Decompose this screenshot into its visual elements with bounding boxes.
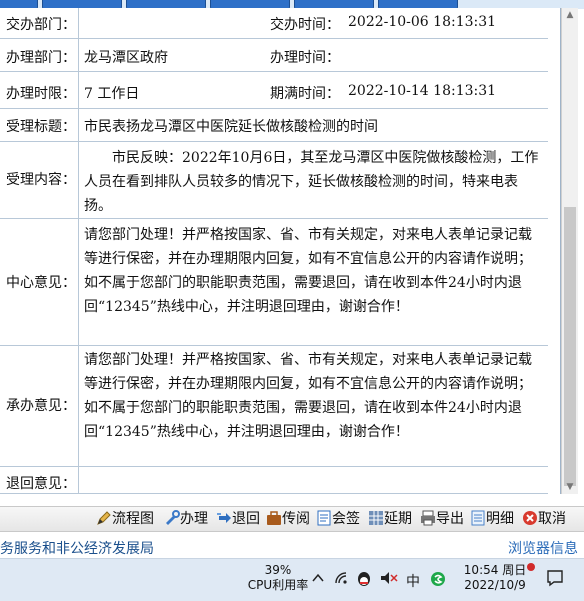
return-opinion-row: 退回意见： (0, 467, 548, 494)
return-opinion-label: 退回意见： (6, 476, 76, 492)
speaker-muted-icon[interactable] (380, 571, 398, 589)
detail-sheet-icon (471, 510, 485, 526)
browser-status-bar: 务服务和非公经济发展局 浏览器信息 (0, 536, 584, 558)
export-button[interactable]: 导出 (420, 509, 464, 529)
cpu-usage-widget[interactable]: 39% CPU利用率 (246, 563, 310, 593)
handle-row: 办理部门： 龙马潭区政府 办理时间： (0, 39, 548, 72)
tools-icon (166, 510, 180, 525)
title-row: 受理标题： 市民表扬龙马潭区中医院延长做核酸检测的时间 (0, 109, 548, 142)
handle-time-label: 办理时间： (270, 50, 340, 66)
status-org-text: 务服务和非公经济发展局 (0, 541, 154, 557)
chevron-up-icon[interactable] (312, 571, 324, 589)
deadline-row: 办理时限： 7 工作日 期满时间： 2022-10-14 18:13:31 (0, 72, 548, 109)
time-limit-value: 7 工作日 (84, 86, 140, 102)
center-opinion-label: 中心意见： (6, 275, 76, 291)
cancel-button[interactable]: 取消 (522, 509, 566, 529)
expiry-time-value: 2022-10-14 18:13:31 (348, 83, 497, 99)
content-label: 受理内容： (6, 172, 76, 188)
undertake-opinion-row: 承办意见： 请您部门处理！并严格按国家、省、市有关规定，对来电人表单记录记载等进… (0, 346, 548, 467)
taskbar-clock[interactable]: 10:54 周日 2022/10/9 (458, 563, 532, 593)
assign-row: 交办部门： 交办时间： 2022-10-06 18:13:31 (0, 8, 548, 39)
center-opinion-value: 请您部门处理！并严格按国家、省、市有关规定，对来电人表单记录记载等进行保密，并在… (84, 227, 532, 315)
scroll-down-arrow-icon[interactable]: ▼ (562, 480, 578, 494)
ticket-detail-form: 交办部门： 交办时间： 2022-10-06 18:13:31 办理部门： 龙马… (0, 8, 561, 494)
content-row: 受理内容： 市民反映：2022年10月6日，其至龙马潭区中医院做核酸检测，工作人… (0, 142, 548, 219)
undertake-opinion-label: 承办意见： (6, 398, 76, 414)
sign-sheet-icon (317, 510, 331, 526)
undertake-opinion-value: 请您部门处理！并严格按国家、省、市有关规定，对来电人表单记录记载等进行保密，并在… (84, 352, 532, 440)
detail-button[interactable]: 明细 (470, 509, 514, 529)
label-divider (78, 8, 79, 494)
return-arrows-icon (217, 513, 231, 523)
taskbar: 39% CPU利用率 中 10:54 周日 2022/10/9 (0, 558, 584, 601)
content-value: 市民反映：2022年10月6日，其至龙马潭区中医院做核酸检测，工作人员在看到排队… (84, 150, 539, 214)
cpu-label: CPU利用率 (247, 578, 309, 592)
title-value: 市民表扬龙马潭区中医院延长做核酸检测的时间 (84, 119, 378, 135)
sogou-input-icon[interactable] (430, 571, 446, 591)
scroll-up-arrow-icon[interactable]: ▲ (562, 8, 578, 22)
ime-indicator[interactable]: 中 (406, 571, 420, 591)
wifi-icon[interactable] (334, 571, 350, 589)
handle-button[interactable]: 办理 (164, 509, 208, 529)
vertical-scrollbar[interactable]: ▲ ▼ (561, 8, 578, 494)
flowchart-button[interactable]: 流程图 (96, 509, 154, 529)
pencil-icon (97, 511, 111, 525)
expiry-time-label: 期满时间： (270, 86, 340, 102)
countersign-button[interactable]: 会签 (316, 509, 360, 529)
action-toolbar: 流程图 办理 退回 传阅 会签 延期 导出 明细 取消 (0, 506, 584, 532)
assign-time-label: 交办时间： (270, 17, 340, 33)
time-limit-label: 办理时限： (6, 86, 76, 102)
notification-badge (527, 563, 535, 571)
handle-dept-value: 龙马潭区政府 (84, 50, 168, 66)
circulate-button[interactable]: 传阅 (266, 509, 310, 529)
calendar-grid-icon (369, 511, 383, 525)
qq-icon[interactable] (356, 571, 372, 591)
center-opinion-row: 中心意见： 请您部门处理！并严格按国家、省、市有关规定，对来电人表单记录记载等进… (0, 219, 548, 346)
clock-date: 2022/10/9 (464, 578, 526, 592)
briefcase-icon (267, 511, 281, 525)
handle-dept-label: 办理部门： (6, 50, 76, 66)
return-button[interactable]: 退回 (216, 509, 260, 529)
cpu-percent: 39% (264, 563, 292, 577)
notification-center-icon[interactable] (546, 569, 564, 591)
scroll-thumb[interactable] (564, 207, 576, 486)
assign-time-value: 2022-10-06 18:13:31 (348, 14, 497, 30)
assign-dept-label: 交办部门： (6, 17, 76, 33)
extend-button[interactable]: 延期 (368, 509, 412, 529)
printer-icon (421, 510, 435, 526)
clock-time: 10:54 周日 (463, 563, 527, 577)
title-label: 受理标题： (6, 119, 76, 135)
browser-info-link[interactable]: 浏览器信息 (508, 538, 578, 558)
close-circle-icon (523, 511, 537, 525)
